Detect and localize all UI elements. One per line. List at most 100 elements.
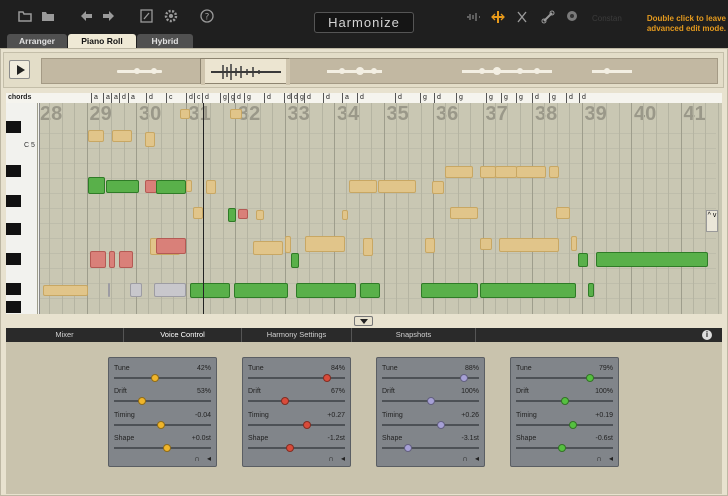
- vertical-scroll-buttons[interactable]: ^ v: [706, 210, 718, 232]
- chord-marker[interactable]: d: [434, 93, 441, 103]
- param-slider[interactable]: [516, 424, 613, 426]
- note-block[interactable]: [291, 253, 299, 268]
- note-block[interactable]: [112, 130, 132, 142]
- note-block[interactable]: [43, 285, 88, 296]
- chord-marker[interactable]: d: [119, 93, 126, 103]
- chord-marker[interactable]: g: [297, 93, 304, 103]
- note-block[interactable]: [342, 210, 348, 220]
- chord-marker[interactable]: d: [357, 93, 364, 103]
- chord-marker[interactable]: d: [395, 93, 402, 103]
- collapse-panel-button[interactable]: [354, 316, 373, 326]
- playhead[interactable]: [203, 103, 204, 314]
- slider-knob[interactable]: [569, 421, 578, 429]
- slider-knob[interactable]: [280, 397, 289, 405]
- note-block[interactable]: [90, 251, 106, 268]
- redo-icon[interactable]: [102, 10, 116, 22]
- note-block[interactable]: [445, 166, 473, 178]
- note-block[interactable]: [108, 283, 110, 297]
- chord-marker[interactable]: a: [91, 93, 98, 103]
- tab-hybrid[interactable]: Hybrid: [137, 34, 193, 48]
- chord-marker[interactable]: d: [264, 93, 271, 103]
- chord-marker[interactable]: g: [220, 93, 227, 103]
- note-block[interactable]: [180, 109, 190, 119]
- overview-track[interactable]: [41, 58, 718, 84]
- slider-knob[interactable]: [404, 444, 413, 452]
- record-icon[interactable]: [566, 10, 578, 22]
- help-icon[interactable]: ?: [200, 9, 214, 23]
- slider-knob[interactable]: [138, 397, 147, 405]
- mute-icon[interactable]: [516, 10, 528, 24]
- note-block[interactable]: [88, 177, 105, 194]
- gear-icon[interactable]: [164, 9, 178, 23]
- note-block[interactable]: [119, 251, 133, 268]
- slider-knob[interactable]: [286, 444, 295, 452]
- note-block[interactable]: [193, 207, 203, 219]
- note-block[interactable]: [88, 130, 104, 142]
- note-block[interactable]: [360, 283, 380, 298]
- note-block[interactable]: [305, 236, 345, 252]
- slider-knob[interactable]: [557, 444, 566, 452]
- speaker-icon[interactable]: ◂: [609, 454, 613, 463]
- note-block[interactable]: [206, 180, 216, 194]
- note-block[interactable]: [230, 109, 242, 119]
- note-block[interactable]: [588, 283, 594, 297]
- speaker-icon[interactable]: ◂: [475, 454, 479, 463]
- tab-voice-control[interactable]: Voice Control: [124, 328, 242, 342]
- note-block[interactable]: [571, 236, 577, 251]
- waveform-icon[interactable]: [466, 12, 480, 22]
- chord-marker[interactable]: a: [128, 93, 135, 103]
- slider-knob[interactable]: [586, 374, 595, 382]
- black-key[interactable]: [6, 301, 21, 313]
- chord-marker[interactable]: d: [284, 93, 291, 103]
- chord-marker[interactable]: c: [194, 93, 201, 103]
- chord-marker[interactable]: c: [166, 93, 173, 103]
- note-block[interactable]: [495, 166, 517, 178]
- black-key[interactable]: [6, 195, 21, 207]
- note-block[interactable]: [234, 283, 288, 298]
- note-block[interactable]: [432, 181, 444, 194]
- black-key[interactable]: [6, 165, 21, 177]
- edit-icon[interactable]: [140, 9, 153, 23]
- headphones-icon[interactable]: ∩: [194, 454, 200, 463]
- note-block[interactable]: [156, 180, 186, 194]
- chord-marker[interactable]: d: [579, 93, 586, 103]
- tab-arranger[interactable]: Arranger: [7, 34, 67, 48]
- slider-knob[interactable]: [303, 421, 312, 429]
- chord-marker[interactable]: g: [486, 93, 493, 103]
- black-key[interactable]: [6, 223, 21, 235]
- black-key[interactable]: [6, 121, 21, 133]
- piano-keyboard[interactable]: [6, 103, 40, 314]
- undo-icon[interactable]: [79, 10, 93, 22]
- chord-marker[interactable]: g: [516, 93, 523, 103]
- chord-marker[interactable]: d: [202, 93, 209, 103]
- note-block[interactable]: [480, 238, 492, 250]
- chord-marker[interactable]: d: [186, 93, 193, 103]
- note-block[interactable]: [296, 283, 356, 298]
- headphones-icon[interactable]: ∩: [328, 454, 334, 463]
- note-block[interactable]: [228, 208, 236, 222]
- slider-knob[interactable]: [156, 421, 165, 429]
- param-slider[interactable]: [382, 424, 479, 426]
- note-block[interactable]: [499, 238, 559, 252]
- note-block[interactable]: [596, 252, 708, 267]
- note-block[interactable]: [450, 207, 478, 219]
- note-block[interactable]: [285, 236, 291, 253]
- note-block[interactable]: [549, 166, 559, 178]
- black-key[interactable]: [6, 253, 21, 265]
- note-block[interactable]: [421, 283, 478, 298]
- note-block[interactable]: [186, 180, 192, 192]
- slider-knob[interactable]: [426, 397, 435, 405]
- chord-marker[interactable]: d: [304, 93, 311, 103]
- chord-marker[interactable]: g: [456, 93, 463, 103]
- note-block[interactable]: [106, 180, 139, 193]
- note-block[interactable]: [349, 180, 377, 193]
- param-slider[interactable]: [382, 447, 479, 449]
- tab-harmony-settings[interactable]: Harmony Settings: [242, 328, 352, 342]
- note-block[interactable]: [578, 253, 588, 267]
- chord-marker[interactable]: a: [103, 93, 110, 103]
- note-block[interactable]: [556, 207, 570, 219]
- note-block[interactable]: [253, 241, 283, 255]
- note-block[interactable]: [363, 238, 373, 256]
- folder-icon[interactable]: [41, 10, 55, 22]
- chord-marker[interactable]: g: [420, 93, 427, 103]
